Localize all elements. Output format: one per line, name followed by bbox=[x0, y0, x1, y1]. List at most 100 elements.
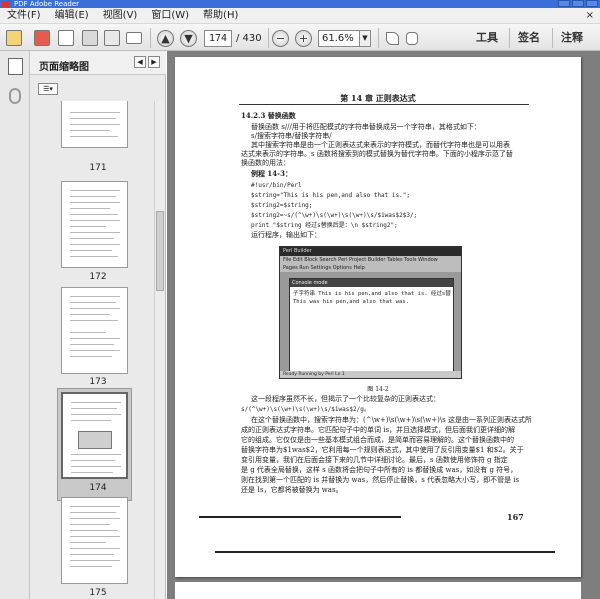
code-line: $string2=~s/(^\w+)\s(\w+)\s(\w+)\s/$1was… bbox=[251, 212, 418, 219]
chevron-down-icon[interactable]: ▼ bbox=[360, 29, 371, 47]
body-line: 则在找到第一个匹配的 is 并替换为 was，然后停止替换，s 代表忽略大小写，… bbox=[241, 476, 520, 484]
toolbar-separator bbox=[509, 28, 510, 48]
attachments-icon[interactable] bbox=[9, 88, 21, 104]
scrollbar-thumb[interactable] bbox=[156, 211, 164, 291]
select-tool-icon[interactable] bbox=[386, 29, 399, 47]
next-pdf-page bbox=[175, 582, 581, 599]
toolbar-separator bbox=[268, 28, 269, 48]
thumbnail-page-175[interactable] bbox=[61, 497, 128, 584]
navigation-pane bbox=[0, 51, 30, 599]
thumbnail-label: 171 bbox=[89, 163, 107, 173]
thumbnail-label: 174 bbox=[89, 483, 107, 493]
toolbar-separator bbox=[150, 28, 151, 48]
maximize-button[interactable] bbox=[572, 0, 584, 7]
zoom-out-icon[interactable]: − bbox=[272, 29, 289, 47]
header-rule bbox=[239, 104, 529, 105]
prev-page-icon[interactable]: ▲ bbox=[157, 29, 174, 47]
code-line: #!usr/bin/Perl bbox=[251, 182, 302, 189]
body-line: 替换字符串为$1was$2，它利用每一个规则表达式，其中使用了反引用变量$1 和… bbox=[241, 446, 524, 454]
toolbar-separator bbox=[378, 28, 379, 48]
section-heading: 14.2.3 替换函数 bbox=[241, 111, 296, 120]
thumbnails-title: 页面缩略图 bbox=[39, 62, 89, 73]
close-document-icon[interactable]: × bbox=[586, 10, 594, 21]
expand-panel-icon[interactable]: ▶ bbox=[148, 56, 160, 68]
page-header: 第 14 章 正则表达式 bbox=[340, 93, 416, 103]
body-line: 换函数的用法： bbox=[241, 159, 290, 167]
screenshot-output: 子字符串 This is his pen,and also that is. 经… bbox=[293, 290, 451, 306]
body-line: 这一段程序虽然不长，但揭示了一个比较复杂的正则表达式： bbox=[251, 395, 440, 403]
open-icon[interactable] bbox=[6, 29, 22, 47]
toolbar: ▲ ▼ 174 / 430 − + 61.6% ▼ 工具 签名 注释 bbox=[0, 24, 600, 51]
zoom-level-value: 61.6% bbox=[318, 29, 360, 47]
body-line: 达式来表示的字符串。s 函数将搜索到的模式替换为替代字符串。下面的小程序示范了替 bbox=[241, 150, 513, 158]
zoom-in-icon[interactable]: + bbox=[295, 29, 312, 47]
program-output-screenshot: Perl Builder File Edit Block Search Perl… bbox=[279, 246, 462, 379]
comment-button[interactable]: 注释 bbox=[561, 29, 583, 47]
body-line: 成的正则表达式字符串。它匹配句子中的单词 is，并且选择模式，但后面我们更详细的… bbox=[241, 426, 516, 434]
tools-button[interactable]: 工具 bbox=[476, 29, 498, 47]
screenshot-menu-row: File Edit Block Search Perl Project Buil… bbox=[283, 257, 438, 263]
sign-button[interactable]: 签名 bbox=[518, 29, 540, 47]
thumbnail-list: 171 172 173 174 175 bbox=[30, 101, 166, 599]
minimize-button[interactable] bbox=[558, 0, 570, 7]
save-icon[interactable] bbox=[82, 29, 98, 47]
thumbnail-page-171[interactable] bbox=[61, 101, 128, 148]
thumbnail-page-173[interactable] bbox=[61, 287, 128, 374]
thumbnail-label: 175 bbox=[89, 588, 107, 598]
screenshot-menu-row: Pages Run Settings Options Help bbox=[283, 265, 365, 271]
body-line: 是 g 代表全局替换，这样 s 函数将会把句子中所有的 is 都替换成 was，… bbox=[241, 466, 518, 474]
page-number: 167 bbox=[507, 512, 524, 522]
document-view[interactable]: 第 14 章 正则表达式 14.2.3 替换函数 替换函数 s///用于将匹配模… bbox=[167, 51, 600, 599]
screenshot-console-window: Console mode 子字符串 This is his pen,and al… bbox=[289, 278, 454, 373]
thumbnails-panel: 页面缩略图 ◀ ▶ ☰▾ 171 172 173 174 175 bbox=[30, 51, 166, 599]
email-icon[interactable] bbox=[126, 29, 142, 47]
thumbnail-page-172[interactable] bbox=[61, 181, 128, 268]
body-line: 运行程序，输出如下： bbox=[251, 231, 321, 239]
toolbar-separator bbox=[552, 28, 553, 48]
menu-file[interactable]: 文件(F) bbox=[0, 8, 48, 24]
body-line: 其中搜索字符串是由一个正则表达式来表示的字符模式，而替代字符串也是可以用表 bbox=[251, 141, 510, 149]
page-thumbnails-icon[interactable] bbox=[8, 58, 23, 75]
code-line: $string="This is his pen,and also that i… bbox=[251, 192, 410, 199]
window-controls bbox=[558, 0, 598, 7]
screenshot-menu: File Edit Block Search Perl Project Buil… bbox=[280, 256, 461, 272]
page-bottom-rule bbox=[215, 551, 555, 553]
thumbnail-page-174[interactable] bbox=[61, 392, 128, 479]
collapse-panel-icon[interactable]: ◀ bbox=[134, 56, 146, 68]
body-line: 替换函数 s///用于将匹配模式的字符串替换成另一个字符串，其格式如下： bbox=[251, 123, 481, 131]
close-window-button[interactable] bbox=[586, 0, 598, 7]
body-line: s/(^\w+)\s(\w+)\s(\w+)\s/$1was$2/g。 bbox=[241, 406, 370, 413]
thumbnails-header: 页面缩略图 ◀ ▶ bbox=[30, 51, 166, 75]
body-line: 它的组成。它仅仅是由一些基本模式组合而成，是简单而容易理解的。这个替换函数中的 bbox=[241, 436, 514, 444]
code-line: print "$string 经过s替换后是：\n $string2"; bbox=[251, 222, 398, 229]
zoom-level-select[interactable]: 61.6% ▼ bbox=[318, 29, 371, 47]
menu-bar: 文件(F) 编辑(E) 视图(V) 窗口(W) 帮助(H) × bbox=[0, 8, 600, 24]
hand-tool-icon[interactable] bbox=[406, 29, 418, 47]
screenshot-status: Ready Running by Perl Ln 1 bbox=[280, 371, 461, 378]
menu-edit[interactable]: 编辑(E) bbox=[48, 8, 96, 24]
menu-window[interactable]: 窗口(W) bbox=[144, 8, 196, 24]
footer-rule bbox=[199, 516, 401, 518]
page-total: / 430 bbox=[236, 32, 262, 44]
thumbnail-scrollbar[interactable] bbox=[154, 101, 165, 599]
example-label: 例程 14-3： bbox=[251, 169, 292, 178]
page-number-input[interactable]: 174 bbox=[204, 29, 232, 47]
adobe-reader-window: PDF Adobe Reader 文件(F) 编辑(E) 视图(V) 窗口(W)… bbox=[0, 0, 600, 599]
thumbnail-label: 173 bbox=[89, 377, 107, 387]
print-icon[interactable] bbox=[104, 29, 120, 47]
output-line: 子字符串 This is his pen,and also that is. 经… bbox=[293, 291, 451, 297]
menu-view[interactable]: 视图(V) bbox=[96, 8, 145, 24]
screenshot-title: Perl Builder bbox=[280, 247, 461, 256]
thumbnail-options-button[interactable]: ☰▾ bbox=[38, 83, 58, 95]
body-line: 在这个替换函数中，搜索字符串为：(^\w+)\s(\w+)\s(\w+)\s 这… bbox=[251, 416, 531, 424]
pdf-page: 第 14 章 正则表达式 14.2.3 替换函数 替换函数 s///用于将匹配模… bbox=[175, 57, 581, 577]
edit-icon[interactable] bbox=[58, 29, 74, 47]
output-line: This was his pen,and also that was. bbox=[293, 299, 409, 305]
menu-help[interactable]: 帮助(H) bbox=[196, 8, 245, 24]
next-page-icon[interactable]: ▼ bbox=[180, 29, 197, 47]
screenshot-console-title: Console mode bbox=[290, 279, 453, 287]
figure-caption: 图 14-2 bbox=[367, 386, 389, 393]
create-icon[interactable] bbox=[34, 29, 50, 47]
thumbnail-label: 172 bbox=[89, 272, 107, 282]
app-icon bbox=[2, 1, 10, 7]
